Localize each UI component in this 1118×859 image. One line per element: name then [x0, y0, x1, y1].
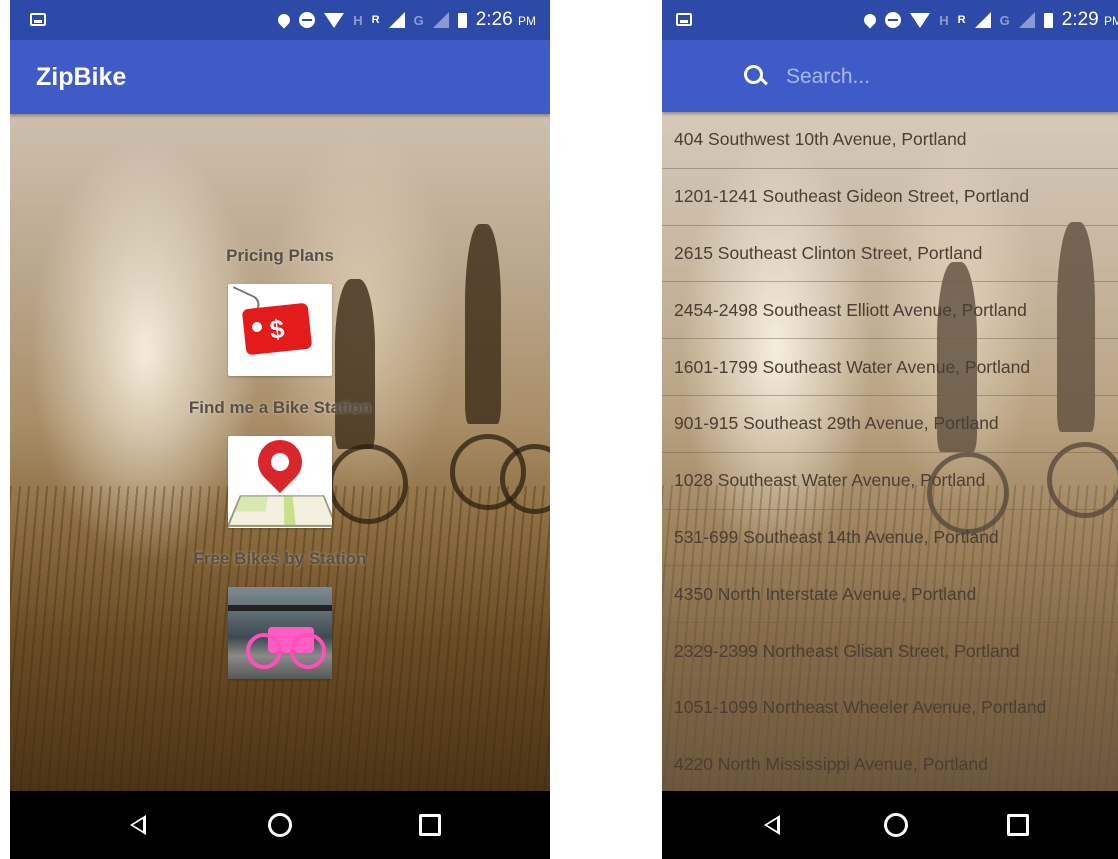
- back-button[interactable]: [754, 807, 790, 843]
- app-bar: ZipBike: [10, 40, 550, 114]
- background-image: Pricing Plans $ Find me a Bike Station F…: [10, 114, 550, 791]
- list-item[interactable]: 1051-1099 Northeast Wheeler Avenue, Port…: [662, 679, 1118, 737]
- bikes-photo-icon: [228, 587, 332, 679]
- find-station-button[interactable]: [228, 436, 332, 528]
- do-not-disturb-icon: [885, 12, 902, 28]
- gallery-notification-icon: [30, 13, 46, 26]
- wifi-icon: [324, 12, 345, 28]
- home-screen: H R G 2:26 PM ZipBike Pricing Plans $ Fi…: [10, 0, 550, 859]
- bike-wheel: [328, 444, 408, 524]
- back-icon: [130, 815, 146, 835]
- search-icon[interactable]: [744, 65, 763, 84]
- free-bikes-button[interactable]: [228, 587, 332, 679]
- location-icon: [861, 11, 879, 29]
- signal-2-icon: [432, 12, 449, 28]
- list-item[interactable]: 1201-1241 Southeast Gideon Street, Portl…: [662, 168, 1118, 226]
- home-button[interactable]: [262, 807, 298, 843]
- back-icon: [764, 815, 780, 835]
- recents-button[interactable]: [1000, 807, 1036, 843]
- pink-bike-wheel: [290, 633, 326, 669]
- location-icon: [275, 11, 293, 29]
- network-type-r: R: [957, 13, 966, 26]
- battery-icon: [457, 12, 467, 28]
- station-search-screen: H R G 2:29 PM 404 Southwest 10th Avenue,…: [662, 0, 1118, 859]
- gallery-notification-icon: [676, 13, 692, 26]
- network-type-h: H: [353, 12, 363, 28]
- list-item[interactable]: 2454-2498 Southeast Elliott Avenue, Port…: [662, 282, 1118, 340]
- status-bar: H R G 2:26 PM: [10, 0, 550, 40]
- list-item[interactable]: 4350 North Interstate Avenue, Portland: [662, 566, 1118, 624]
- map-icon: [228, 495, 332, 528]
- station-address-list: 404 Southwest 10th Avenue, Portland 1201…: [662, 112, 1118, 791]
- list-item[interactable]: 901-915 Southeast 29th Avenue, Portland: [662, 395, 1118, 453]
- pricing-plans-label: Pricing Plans: [226, 246, 334, 265]
- signal-2-icon: [1018, 12, 1035, 28]
- network-type-r: R: [371, 13, 380, 26]
- map-pin-icon: [248, 436, 312, 494]
- search-input[interactable]: [784, 60, 1088, 94]
- network-type-g: G: [999, 12, 1010, 28]
- find-station-label: Find me a Bike Station: [188, 398, 372, 417]
- home-icon: [268, 813, 292, 837]
- recents-button[interactable]: [412, 807, 448, 843]
- list-item[interactable]: 4220 North Mississippi Avenue, Portland: [662, 736, 1118, 791]
- list-item[interactable]: 2329-2399 Northeast Glisan Street, Portl…: [662, 623, 1118, 680]
- recents-icon: [419, 814, 441, 836]
- signal-icon: [974, 12, 991, 28]
- app-title: ZipBike: [36, 63, 127, 91]
- list-item[interactable]: 2615 Southeast Clinton Street, Portland: [662, 225, 1118, 283]
- cyclist-silhouette: [335, 279, 375, 449]
- clock: 2:26 PM: [475, 9, 536, 30]
- list-item[interactable]: 531-699 Southeast 14th Avenue, Portland: [662, 509, 1118, 567]
- wifi-icon: [910, 12, 931, 28]
- back-button[interactable]: [120, 807, 156, 843]
- home-button[interactable]: [878, 807, 914, 843]
- battery-icon: [1043, 12, 1053, 28]
- tag-hole: [252, 322, 262, 332]
- search-bar: [662, 40, 1118, 112]
- pink-bike-wheel: [246, 633, 282, 669]
- signal-icon: [388, 12, 405, 28]
- pricing-plans-button[interactable]: $: [228, 284, 332, 376]
- clock: 2:29 PM: [1061, 9, 1118, 30]
- list-item[interactable]: 1028 Southeast Water Avenue, Portland: [662, 452, 1118, 510]
- network-type-h: H: [939, 12, 949, 28]
- home-icon: [884, 813, 908, 837]
- status-bar: H R G 2:29 PM: [662, 0, 1118, 40]
- recents-icon: [1007, 814, 1029, 836]
- navigation-bar: [10, 791, 550, 859]
- free-bikes-label: Free Bikes by Station: [193, 549, 367, 568]
- network-type-g: G: [413, 12, 424, 28]
- list-item[interactable]: 1601-1799 Southeast Water Avenue, Portla…: [662, 339, 1118, 396]
- do-not-disturb-icon: [299, 12, 316, 28]
- navigation-bar: [662, 791, 1118, 859]
- list-item[interactable]: 404 Southwest 10th Avenue, Portland: [662, 112, 1118, 169]
